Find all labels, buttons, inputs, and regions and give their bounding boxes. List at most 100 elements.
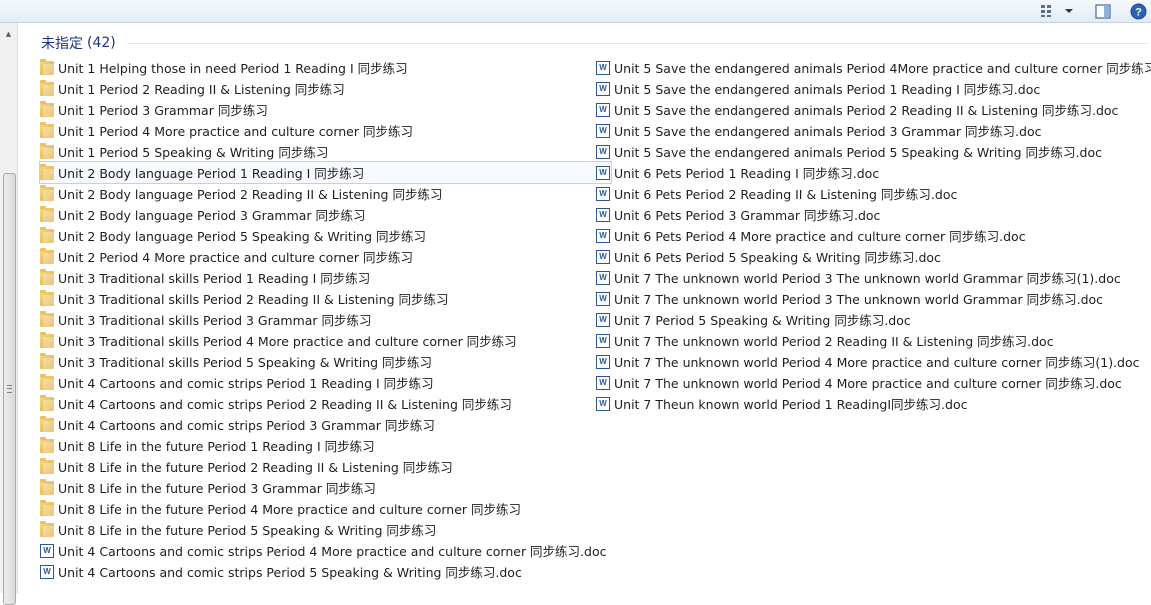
- folder-icon: [40, 58, 54, 75]
- item-name: Unit 6 Pets Period 4 More practice and c…: [614, 229, 1026, 244]
- item-name: Unit 5 Save the endangered animals Perio…: [614, 103, 1119, 118]
- file-item[interactable]: W Unit 6 Pets Period 3 Grammar 同步练习.doc: [596, 204, 1151, 225]
- file-item[interactable]: W Unit 6 Pets Period 1 Reading I 同步练习.doc: [596, 162, 1151, 183]
- file-item[interactable]: W Unit 7 The unknown world Period 4 More …: [596, 372, 1151, 393]
- item-name: Unit 5 Save the endangered animals Perio…: [614, 61, 1151, 76]
- word-document-icon: W: [596, 186, 610, 201]
- file-item[interactable]: W Unit 7 The unknown world Period 4 More …: [596, 351, 1151, 372]
- word-document-icon: W: [596, 123, 610, 138]
- vertical-scrollbar[interactable]: ▲: [0, 23, 18, 605]
- item-name: Unit 7 The unknown world Period 2 Readin…: [614, 334, 1054, 349]
- file-item[interactable]: W Unit 7 The unknown world Period 3 The u…: [596, 267, 1151, 288]
- item-name: Unit 1 Period 4 More practice and cultur…: [58, 124, 413, 139]
- item-name: Unit 2 Body language Period 1 Reading I …: [58, 166, 365, 181]
- folder-icon: [40, 310, 54, 327]
- word-document-icon: W: [596, 60, 610, 75]
- file-item[interactable]: W Unit 4 Cartoons and comic strips Period…: [40, 561, 611, 582]
- word-document-icon: W: [596, 228, 610, 243]
- folder-item[interactable]: Unit 1 Period 4 More practice and cultur…: [40, 120, 611, 141]
- file-list-right-column: W Unit 5 Save the endangered animals Peri…: [596, 57, 1151, 414]
- chevron-down-icon: [1065, 9, 1073, 13]
- folder-item[interactable]: Unit 3 Traditional skills Period 4 More …: [40, 330, 611, 351]
- folder-item[interactable]: Unit 1 Period 5 Speaking & Writing 同步练习: [40, 141, 611, 162]
- word-document-icon: W: [596, 165, 610, 180]
- item-name: Unit 6 Pets Period 2 Reading II & Listen…: [614, 187, 958, 202]
- file-item[interactable]: W Unit 7 Theun known world Period 1 Readi…: [596, 393, 1151, 414]
- item-name: Unit 4 Cartoons and comic strips Period …: [58, 544, 607, 559]
- folder-item[interactable]: Unit 2 Body language Period 1 Reading I …: [39, 161, 612, 184]
- item-name: Unit 5 Save the endangered animals Perio…: [614, 82, 1041, 97]
- item-name: Unit 8 Life in the future Period 2 Readi…: [58, 460, 453, 475]
- file-item[interactable]: W Unit 5 Save the endangered animals Peri…: [596, 57, 1151, 78]
- item-name: Unit 4 Cartoons and comic strips Period …: [58, 418, 435, 433]
- file-item[interactable]: W Unit 7 The unknown world Period 3 The u…: [596, 288, 1151, 309]
- item-name: Unit 7 The unknown world Period 3 The un…: [614, 292, 1104, 307]
- view-options-button[interactable]: [1038, 2, 1076, 20]
- item-name: Unit 1 Helping those in need Period 1 Re…: [58, 61, 408, 76]
- file-item[interactable]: W Unit 5 Save the endangered animals Peri…: [596, 141, 1151, 162]
- help-button[interactable]: ?: [1128, 2, 1148, 20]
- folder-item[interactable]: Unit 1 Period 2 Reading II & Listening 同…: [40, 78, 611, 99]
- scroll-grip-icon: [7, 385, 12, 393]
- folder-item[interactable]: Unit 4 Cartoons and comic strips Period …: [40, 372, 611, 393]
- folder-item[interactable]: Unit 3 Traditional skills Period 5 Speak…: [40, 351, 611, 372]
- folder-icon: [40, 184, 54, 201]
- item-name: Unit 3 Traditional skills Period 4 More …: [58, 334, 517, 349]
- item-name: Unit 4 Cartoons and comic strips Period …: [58, 376, 434, 391]
- file-item[interactable]: W Unit 5 Save the endangered animals Peri…: [596, 99, 1151, 120]
- folder-icon: [40, 100, 54, 117]
- folder-item[interactable]: Unit 4 Cartoons and comic strips Period …: [40, 414, 611, 435]
- file-item[interactable]: W Unit 5 Save the endangered animals Peri…: [596, 120, 1151, 141]
- folder-item[interactable]: Unit 1 Helping those in need Period 1 Re…: [40, 57, 611, 78]
- folder-item[interactable]: Unit 3 Traditional skills Period 2 Readi…: [40, 288, 611, 309]
- item-name: Unit 7 Theun known world Period 1 Readin…: [614, 397, 968, 412]
- group-divider: [128, 43, 1148, 44]
- item-name: Unit 4 Cartoons and comic strips Period …: [58, 397, 512, 412]
- file-item[interactable]: W Unit 7 Period 5 Speaking & Writing 同步练习…: [596, 309, 1151, 330]
- folder-item[interactable]: Unit 8 Life in the future Period 1 Readi…: [40, 435, 611, 456]
- file-item[interactable]: W Unit 6 Pets Period 5 Speaking & Writing…: [596, 246, 1151, 267]
- folder-item[interactable]: Unit 2 Body language Period 5 Speaking &…: [40, 225, 611, 246]
- folder-item[interactable]: Unit 8 Life in the future Period 3 Gramm…: [40, 477, 611, 498]
- folder-icon: [40, 247, 54, 264]
- folder-icon: [40, 352, 54, 369]
- folder-item[interactable]: Unit 8 Life in the future Period 5 Speak…: [40, 519, 611, 540]
- file-item[interactable]: W Unit 7 The unknown world Period 2 Readi…: [596, 330, 1151, 351]
- folder-item[interactable]: Unit 2 Body language Period 2 Reading II…: [40, 183, 611, 204]
- item-name: Unit 5 Save the endangered animals Perio…: [614, 124, 1042, 139]
- preview-pane-icon: [1095, 3, 1111, 19]
- file-item[interactable]: W Unit 5 Save the endangered animals Peri…: [596, 78, 1151, 99]
- scroll-thumb[interactable]: [3, 173, 16, 605]
- scroll-up-arrow-icon[interactable]: ▲: [0, 25, 17, 42]
- folder-icon: [40, 394, 54, 411]
- folder-item[interactable]: Unit 1 Period 3 Grammar 同步练习: [40, 99, 611, 120]
- folder-icon: [40, 226, 54, 243]
- item-name: Unit 2 Body language Period 3 Grammar 同步…: [58, 208, 366, 223]
- folder-item[interactable]: Unit 2 Period 4 More practice and cultur…: [40, 246, 611, 267]
- folder-icon: [40, 331, 54, 348]
- preview-pane-button[interactable]: [1092, 2, 1114, 20]
- word-document-icon: W: [596, 291, 610, 306]
- folder-item[interactable]: Unit 8 Life in the future Period 2 Readi…: [40, 456, 611, 477]
- item-name: Unit 8 Life in the future Period 3 Gramm…: [58, 481, 376, 496]
- folder-icon: [40, 289, 54, 306]
- item-name: Unit 7 Period 5 Speaking & Writing 同步练习.…: [614, 313, 911, 328]
- group-title: 未指定: [41, 36, 83, 52]
- folder-icon: [40, 478, 54, 495]
- file-item[interactable]: W Unit 6 Pets Period 2 Reading II & Liste…: [596, 183, 1151, 204]
- item-name: Unit 3 Traditional skills Period 5 Speak…: [58, 355, 433, 370]
- group-header[interactable]: 未指定 (42): [41, 33, 116, 53]
- folder-item[interactable]: Unit 3 Traditional skills Period 3 Gramm…: [40, 309, 611, 330]
- item-name: Unit 8 Life in the future Period 4 More …: [58, 502, 522, 517]
- word-document-icon: W: [596, 270, 610, 285]
- folder-item[interactable]: Unit 8 Life in the future Period 4 More …: [40, 498, 611, 519]
- folder-item[interactable]: Unit 3 Traditional skills Period 1 Readi…: [40, 267, 611, 288]
- word-document-icon: W: [40, 564, 54, 579]
- folder-item[interactable]: Unit 4 Cartoons and comic strips Period …: [40, 393, 611, 414]
- item-name: Unit 4 Cartoons and comic strips Period …: [58, 565, 522, 580]
- file-item[interactable]: W Unit 6 Pets Period 4 More practice and …: [596, 225, 1151, 246]
- folder-item[interactable]: Unit 2 Body language Period 3 Grammar 同步…: [40, 204, 611, 225]
- file-item[interactable]: W Unit 4 Cartoons and comic strips Period…: [40, 540, 611, 561]
- item-name: Unit 2 Body language Period 2 Reading II…: [58, 187, 443, 202]
- word-document-icon: W: [596, 312, 610, 327]
